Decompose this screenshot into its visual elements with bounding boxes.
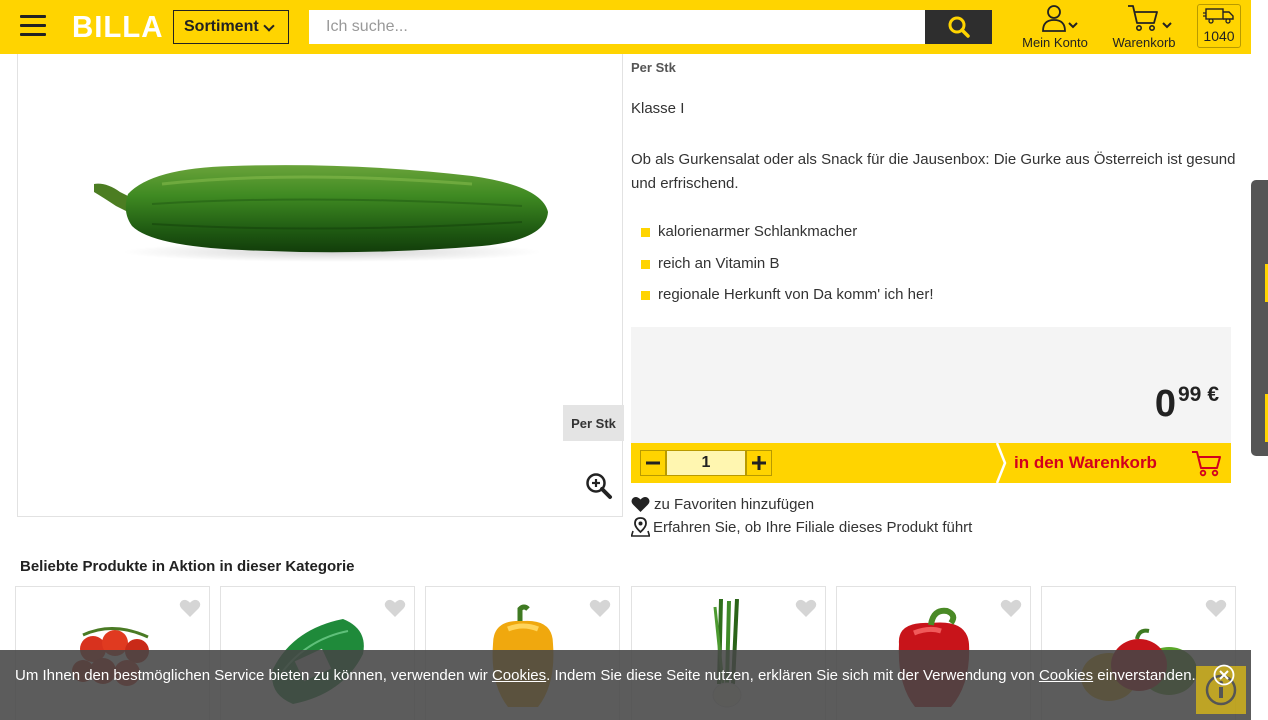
unit-badge: Per Stk	[563, 405, 624, 441]
quantity-increase-button[interactable]	[746, 450, 772, 476]
bullet-square-icon	[641, 259, 650, 269]
cart-icon	[1192, 451, 1221, 477]
bullet-square-icon	[641, 291, 650, 300]
cookie-link[interactable]: Cookies	[492, 667, 546, 684]
user-icon	[1042, 5, 1078, 32]
chevron-down-icon	[263, 20, 275, 32]
sortiment-label: Sortiment	[184, 18, 259, 35]
favorites-label: zu Favoriten hinzufügen	[654, 496, 815, 513]
add-to-cart-button[interactable]: in den Warenkorb	[996, 443, 1231, 483]
billa-logo[interactable]: BILLA	[72, 9, 163, 45]
cookie-link[interactable]: Cookies	[1039, 667, 1093, 684]
location-pin-icon	[631, 517, 650, 537]
sortiment-dropdown[interactable]: Sortiment	[173, 10, 289, 44]
account-button[interactable]: Mein Konto	[1012, 2, 1098, 52]
buy-bar: in den Warenkorb	[631, 443, 1231, 483]
top-header: BILLA Sortiment Mein Konto Warenkorb	[0, 0, 1251, 54]
heart-icon	[631, 497, 650, 512]
product-unit: Per Stk	[631, 60, 676, 75]
quantity-decrease-button[interactable]	[640, 450, 666, 476]
store-check-label: Erfahren Sie, ob Ihre Filiale dieses Pro…	[653, 518, 973, 536]
search-input[interactable]	[309, 10, 925, 44]
cart-icon	[1128, 5, 1172, 31]
plus-icon	[752, 456, 766, 470]
list-item: reich an Vitamin B	[641, 253, 934, 285]
bullet-square-icon	[641, 228, 650, 237]
search-button[interactable]	[925, 10, 992, 44]
section-title: Beliebte Produkte in Aktion in dieser Ka…	[20, 558, 355, 575]
chevron-divider-icon	[996, 443, 1007, 483]
delivery-truck-icon	[1203, 8, 1234, 24]
zoom-icon[interactable]	[585, 472, 613, 500]
account-label: Mein Konto	[1022, 35, 1088, 50]
store-availability-link[interactable]: Erfahren Sie, ob Ihre Filiale dieses Pro…	[631, 517, 972, 537]
cookie-banner: Um Ihnen den bestmöglichen Service biete…	[0, 650, 1251, 720]
product-price: 099 €	[1154, 383, 1219, 425]
list-item: regionale Herkunft von Da komm' ich her!	[641, 284, 934, 316]
product-image-box[interactable]: Per Stk	[17, 54, 624, 517]
add-to-favorites-link[interactable]: zu Favoriten hinzufügen	[631, 496, 814, 513]
cart-label: Warenkorb	[1112, 35, 1176, 50]
quantity-input[interactable]	[666, 450, 746, 476]
search-icon	[948, 16, 970, 38]
add-to-cart-label: in den Warenkorb	[1014, 453, 1157, 472]
side-panel-tab[interactable]	[1251, 180, 1268, 456]
cart-button[interactable]: Warenkorb	[1104, 2, 1184, 52]
menu-icon[interactable]	[20, 15, 46, 37]
delivery-zip: 1040	[1203, 28, 1235, 44]
product-description: Ob als Gurkensalat oder als Snack für di…	[631, 151, 1236, 192]
list-item: kalorienarmer Schlankmacher	[641, 221, 934, 253]
close-icon[interactable]	[1213, 664, 1235, 686]
product-class: Klasse I	[631, 100, 685, 117]
price-panel: 099 €	[631, 327, 1231, 443]
delivery-zip-button[interactable]: 1040	[1197, 4, 1241, 48]
product-features: kalorienarmer Schlankmacher reich an Vit…	[641, 221, 934, 316]
cucumber-image	[94, 165, 548, 262]
minus-icon	[646, 461, 660, 465]
